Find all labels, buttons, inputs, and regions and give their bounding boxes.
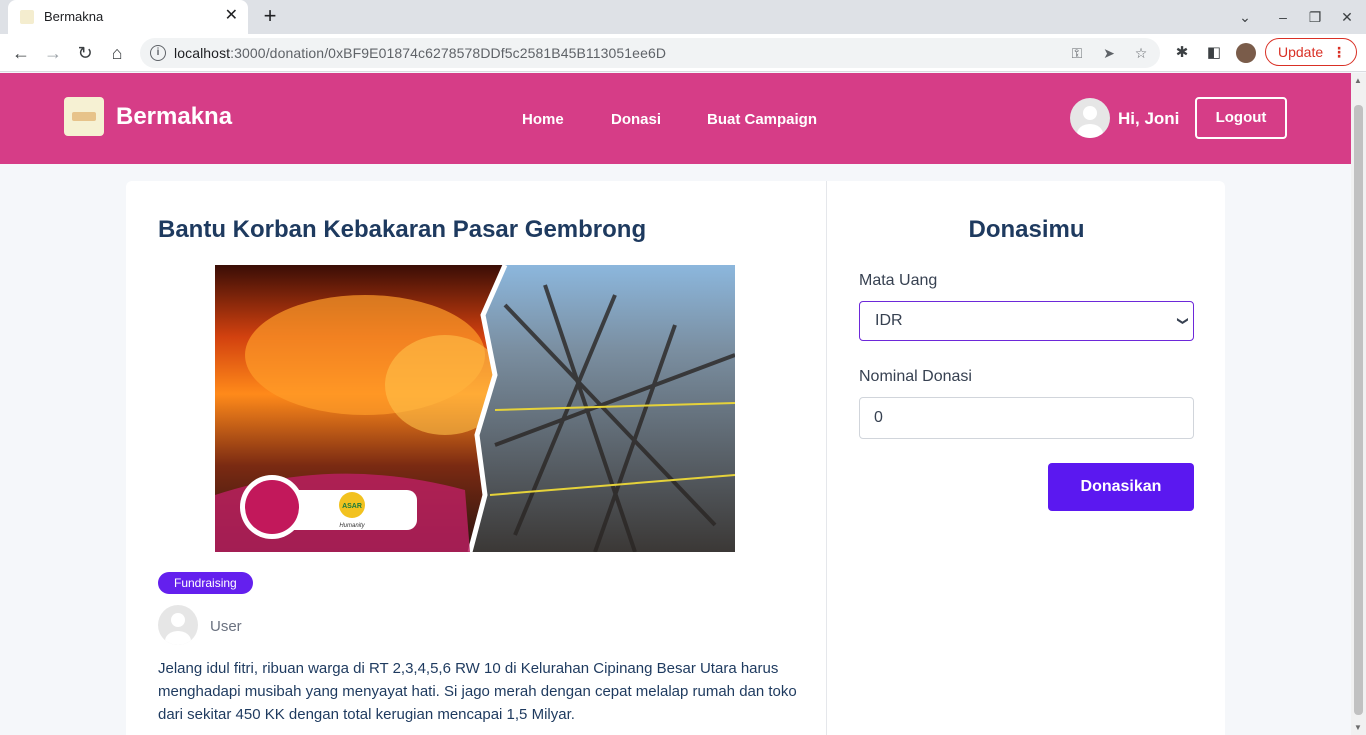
extensions-icon[interactable]: ✱ (1171, 42, 1193, 64)
chevron-down-icon: ❯ (1176, 316, 1189, 326)
menu-icon[interactable]: ⋮ (1332, 39, 1346, 65)
page-viewport: Bermakna Home Donasi Buat Campaign Hi, J… (0, 73, 1351, 735)
scroll-down-icon[interactable]: ▼ (1354, 723, 1362, 732)
profile-avatar[interactable] (1236, 43, 1256, 63)
donation-title: Donasimu (968, 216, 1085, 243)
tab-search-icon[interactable]: ⌄ (1236, 8, 1254, 26)
author-avatar (158, 605, 198, 645)
browser-tab-bar: Bermakna ✕ + ⌄ – ❐ ✕ (0, 0, 1366, 34)
reload-icon[interactable]: ↻ (74, 42, 96, 64)
user-greeting: Hi, Joni (1118, 109, 1180, 128)
image-badge-subtext: Humanity (339, 523, 365, 529)
browser-toolbar: ← → ↻ ⌂ i localhost:3000/donation/0xBF9E… (0, 34, 1366, 72)
campaign-title: Bantu Korban Kebakaran Pasar Gembrong (158, 216, 647, 243)
currency-select[interactable]: IDR ❯ (859, 301, 1194, 341)
address-bar[interactable]: i localhost:3000/donation/0xBF9E01874c62… (140, 38, 1160, 68)
send-icon[interactable]: ➤ (1100, 44, 1118, 62)
bookmark-star-icon[interactable]: ☆ (1132, 44, 1150, 62)
new-tab-icon[interactable]: + (258, 5, 282, 29)
logo-icon[interactable] (64, 97, 104, 136)
logout-button[interactable]: Logout (1195, 97, 1287, 139)
scroll-thumb[interactable] (1354, 105, 1363, 715)
scroll-up-icon[interactable]: ▲ (1354, 76, 1362, 85)
amount-label: Nominal Donasi (859, 368, 972, 385)
forward-icon[interactable]: → (42, 42, 64, 64)
site-info-icon[interactable]: i (150, 45, 166, 61)
donate-button[interactable]: Donasikan (1048, 463, 1194, 511)
author-name: User (210, 618, 242, 635)
browser-tab[interactable]: Bermakna ✕ (8, 0, 248, 34)
nav-home[interactable]: Home (522, 111, 564, 128)
update-button[interactable]: Update ⋮ (1265, 38, 1357, 66)
donation-card: Donasimu Mata Uang IDR ❯ Nominal Donasi … (826, 181, 1225, 735)
user-avatar[interactable] (1070, 98, 1110, 138)
site-header: Bermakna Home Donasi Buat Campaign Hi, J… (0, 73, 1351, 164)
page-scrollbar[interactable]: ▲ ▼ (1351, 73, 1366, 735)
campaign-image: ASAR Humanity (215, 265, 735, 552)
side-panel-icon[interactable]: ◧ (1203, 42, 1225, 64)
amount-input[interactable]: 0 (859, 397, 1194, 439)
brand-name[interactable]: Bermakna (116, 103, 232, 131)
url-text[interactable]: localhost:3000/donation/0xBF9E01874c6278… (174, 45, 666, 61)
minimize-icon[interactable]: – (1274, 8, 1292, 26)
restore-icon[interactable]: ❐ (1306, 8, 1324, 26)
image-badge-text: ASAR (342, 503, 362, 510)
favicon-icon (20, 10, 34, 24)
tab-title: Bermakna (44, 9, 104, 24)
nav-donasi[interactable]: Donasi (611, 111, 661, 128)
nav-buat-campaign[interactable]: Buat Campaign (707, 111, 817, 128)
campaign-card: Bantu Korban Kebakaran Pasar Gembrong AS… (126, 181, 826, 735)
close-window-icon[interactable]: ✕ (1338, 8, 1356, 26)
campaign-description: Jelang idul fitri, ribuan warga di RT 2,… (158, 660, 797, 723)
back-icon[interactable]: ← (10, 42, 32, 64)
close-tab-icon[interactable]: ✕ (225, 7, 238, 25)
currency-label: Mata Uang (859, 272, 938, 289)
category-badge: Fundraising (158, 572, 253, 594)
home-icon[interactable]: ⌂ (106, 42, 128, 64)
key-icon[interactable]: ⚿ (1068, 44, 1086, 62)
